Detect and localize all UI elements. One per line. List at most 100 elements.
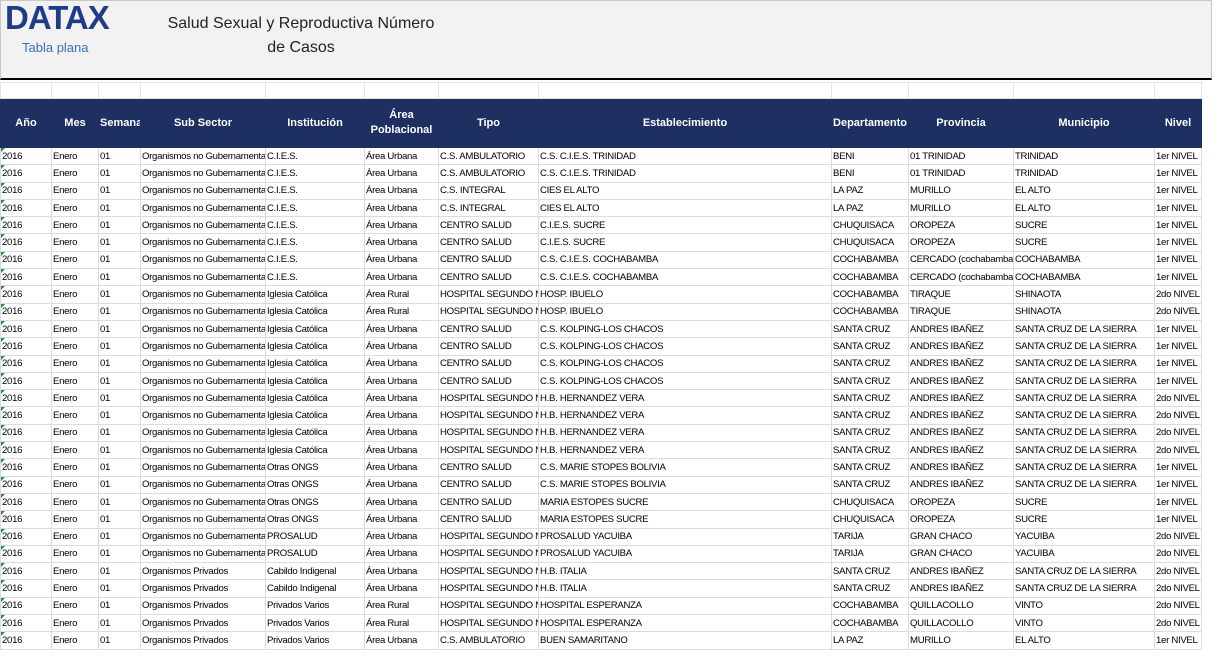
table-cell[interactable]: Área Urbana	[364, 181, 439, 200]
table-cell[interactable]: SANTA CRUZ DE LA SIERRA	[1013, 475, 1155, 494]
table-cell[interactable]: CENTRO SALUD	[438, 268, 539, 287]
table-cell[interactable]: Organismos no Gubernamentales	[140, 233, 266, 252]
table-cell[interactable]: C.I.E.S.	[265, 164, 365, 183]
table-cell[interactable]: Enero	[51, 614, 99, 633]
table-cell[interactable]: HOSPITAL SEGUNDO NIVEL	[438, 406, 539, 425]
table-cell[interactable]: Área Rural	[364, 285, 439, 304]
table-cell[interactable]: 2016	[0, 562, 52, 581]
table-cell[interactable]: ANDRES IBAÑEZ	[908, 441, 1014, 460]
table-cell[interactable]: Enero	[51, 458, 99, 477]
table-cell[interactable]: C.S. AMBULATORIO	[438, 146, 539, 166]
table-cell[interactable]: Área Urbana	[364, 371, 439, 391]
table-cell[interactable]: Organismos no Gubernamentales	[140, 216, 266, 235]
table-cell[interactable]: ANDRES IBAÑEZ	[908, 337, 1014, 356]
table-cell[interactable]: Enero	[51, 268, 99, 287]
table-cell[interactable]: Área Urbana	[364, 510, 439, 529]
table-cell[interactable]: 01	[98, 510, 141, 529]
table-cell[interactable]: SANTA CRUZ DE LA SIERRA	[1013, 337, 1155, 356]
table-cell[interactable]: 2do NIVEL	[1154, 579, 1202, 598]
table-cell[interactable]: SUCRE	[1013, 492, 1155, 512]
column-header[interactable]: Mes	[51, 98, 99, 148]
table-cell[interactable]: Enero	[51, 544, 99, 564]
table-cell[interactable]: HOSPITAL ESPERANZA	[538, 596, 832, 616]
table-cell[interactable]: LA PAZ	[831, 181, 909, 200]
table-cell[interactable]: 1er NIVEL	[1154, 268, 1202, 287]
table-cell[interactable]: 01	[98, 285, 141, 304]
table-cell[interactable]: 2016	[0, 302, 52, 321]
table-cell[interactable]: Área Urbana	[364, 164, 439, 183]
table-cell[interactable]: BENI	[831, 164, 909, 183]
table-cell[interactable]: C.S. C.I.E.S. TRINIDAD	[538, 146, 832, 166]
table-cell[interactable]: Organismos no Gubernamentales	[140, 492, 266, 512]
table-cell[interactable]: 1er NIVEL	[1154, 319, 1202, 339]
table-cell[interactable]: Enero	[51, 389, 99, 408]
table-cell[interactable]: SHINAOTA	[1013, 302, 1155, 321]
table-cell[interactable]: SANTA CRUZ	[831, 579, 909, 598]
table-cell[interactable]: Enero	[51, 423, 99, 443]
table-cell[interactable]: SANTA CRUZ	[831, 389, 909, 408]
table-cell[interactable]: 1er NIVEL	[1154, 250, 1202, 270]
table-cell[interactable]: Enero	[51, 302, 99, 321]
table-cell[interactable]: 2016	[0, 423, 52, 443]
table-cell[interactable]: Área Urbana	[364, 406, 439, 425]
table-cell[interactable]: C.S. MARIE STOPES BOLIVIA	[538, 458, 832, 477]
table-cell[interactable]: C.S. AMBULATORIO	[438, 164, 539, 183]
table-cell[interactable]: SANTA CRUZ	[831, 423, 909, 443]
table-cell[interactable]: C.S. KOLPING-LOS CHACOS	[538, 319, 832, 339]
table-cell[interactable]: Área Urbana	[364, 441, 439, 460]
table-cell[interactable]: CENTRO SALUD	[438, 371, 539, 391]
table-cell[interactable]: HOSPITAL ESPERANZA	[538, 614, 832, 633]
table-cell[interactable]: 2do NIVEL	[1154, 544, 1202, 564]
table-cell[interactable]: 01	[98, 216, 141, 235]
table-cell[interactable]: C.I.E.S.	[265, 250, 365, 270]
table-cell[interactable]: COCHABAMBA	[831, 268, 909, 287]
table-cell[interactable]: C.I.E.S.	[265, 268, 365, 287]
empty-cell[interactable]	[98, 82, 141, 99]
table-cell[interactable]: 01	[98, 406, 141, 425]
table-cell[interactable]: TRINIDAD	[1013, 164, 1155, 183]
column-header[interactable]: Municipio	[1013, 98, 1155, 148]
table-cell[interactable]: 2do NIVEL	[1154, 527, 1202, 546]
table-cell[interactable]: ANDRES IBAÑEZ	[908, 562, 1014, 581]
table-cell[interactable]: 2016	[0, 233, 52, 252]
table-cell[interactable]: HOSPITAL SEGUNDO NIVEL	[438, 285, 539, 304]
table-cell[interactable]: PROSALUD YACUIBA	[538, 527, 832, 546]
table-cell[interactable]: 2do NIVEL	[1154, 389, 1202, 408]
table-cell[interactable]: 2016	[0, 492, 52, 512]
table-cell[interactable]: C.S. INTEGRAL	[438, 181, 539, 200]
table-cell[interactable]: PROSALUD	[265, 544, 365, 564]
table-cell[interactable]: 2016	[0, 164, 52, 183]
table-cell[interactable]: Privados Varios	[265, 631, 365, 650]
table-cell[interactable]: ANDRES IBAÑEZ	[908, 423, 1014, 443]
table-cell[interactable]: 2016	[0, 268, 52, 287]
table-cell[interactable]: Organismos Privados	[140, 631, 266, 650]
table-cell[interactable]: 1er NIVEL	[1154, 233, 1202, 252]
table-cell[interactable]: Organismos Privados	[140, 614, 266, 633]
table-cell[interactable]: 2016	[0, 146, 52, 166]
table-cell[interactable]: Organismos no Gubernamentales	[140, 423, 266, 443]
table-cell[interactable]: 2016	[0, 181, 52, 200]
table-cell[interactable]: COCHABAMBA	[831, 302, 909, 321]
table-cell[interactable]: LA PAZ	[831, 198, 909, 218]
table-cell[interactable]: MARIA ESTOPES SUCRE	[538, 510, 832, 529]
table-cell[interactable]: C.I.E.S.	[265, 233, 365, 252]
table-cell[interactable]: Área Urbana	[364, 423, 439, 443]
table-cell[interactable]: HOSP. IBUELO	[538, 285, 832, 304]
table-cell[interactable]: EL ALTO	[1013, 198, 1155, 218]
table-cell[interactable]: 01	[98, 319, 141, 339]
table-cell[interactable]: SANTA CRUZ DE LA SIERRA	[1013, 406, 1155, 425]
table-cell[interactable]: OROPEZA	[908, 216, 1014, 235]
table-cell[interactable]: C.S. KOLPING-LOS CHACOS	[538, 354, 832, 373]
table-cell[interactable]: LA PAZ	[831, 631, 909, 650]
table-cell[interactable]: SANTA CRUZ	[831, 354, 909, 373]
table-cell[interactable]: 01	[98, 233, 141, 252]
table-cell[interactable]: 1er NIVEL	[1154, 458, 1202, 477]
table-cell[interactable]: 2016	[0, 631, 52, 650]
table-cell[interactable]: Enero	[51, 354, 99, 373]
table-cell[interactable]: Enero	[51, 250, 99, 270]
table-cell[interactable]: SANTA CRUZ DE LA SIERRA	[1013, 579, 1155, 598]
table-cell[interactable]: GRAN CHACO	[908, 527, 1014, 546]
table-cell[interactable]: Organismos no Gubernamentales	[140, 285, 266, 304]
table-cell[interactable]: 01	[98, 441, 141, 460]
table-cell[interactable]: COCHABAMBA	[831, 596, 909, 616]
